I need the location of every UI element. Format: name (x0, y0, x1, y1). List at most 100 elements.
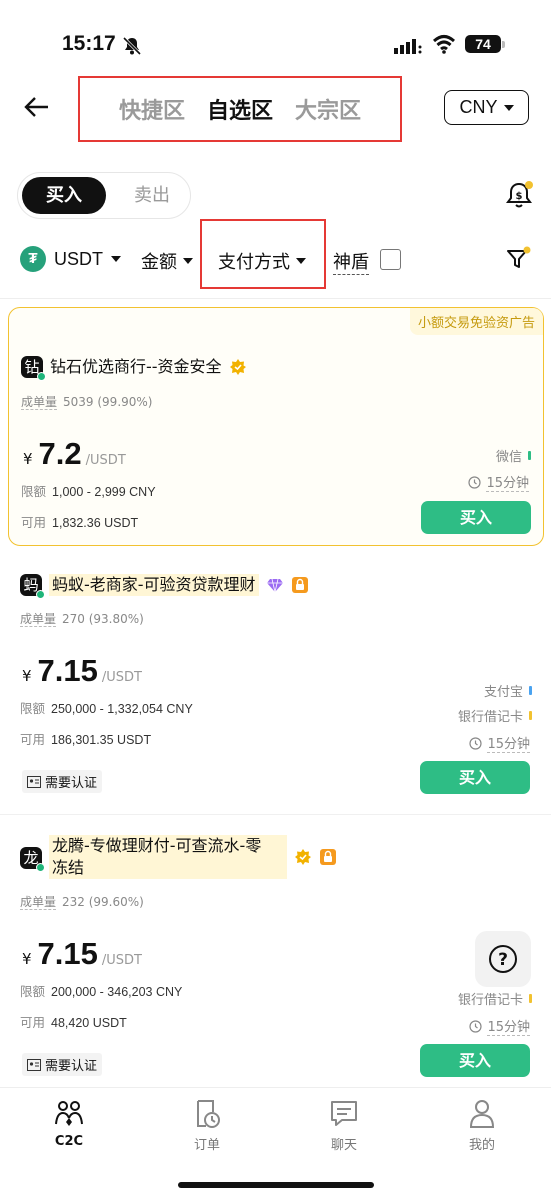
listing-card: 龙 龙腾-专做理财付-可查流水-零 冻结 成单量 232 (99.60%) ¥ 7… (8, 833, 544, 1083)
timer-icon (469, 736, 483, 750)
divider (0, 298, 551, 299)
back-arrow-icon[interactable] (22, 92, 52, 122)
orders-label: 成单量 (20, 895, 57, 910)
orders-value: 232 (99.60%) (62, 895, 144, 909)
price: ¥ 7.2 /USDT (23, 436, 126, 472)
currency-label: CNY (459, 97, 498, 117)
currency-symbol: ¥ (23, 450, 33, 468)
nav-c2c[interactable]: C2C (29, 1098, 109, 1149)
time-limit: 15分钟 (469, 733, 530, 753)
price-unit: /USDT (101, 670, 142, 685)
cellular-signal-icon (394, 39, 422, 54)
wifi-icon (432, 35, 456, 54)
amount-filter-label: 金额 (141, 252, 177, 273)
tab-block-zone[interactable]: 大宗区 (295, 93, 361, 125)
svg-text:?: ? (498, 950, 508, 970)
limit-row: 限额 250,000 - 1,332,054 CNY (20, 698, 193, 717)
merchant-name: 龙腾-专做理财付-可查流水-零 冻结 (49, 835, 287, 879)
limit-row: 限额 200,000 - 346,203 CNY (20, 981, 182, 1000)
currency-symbol: ¥ (22, 667, 32, 685)
order-stats: 成单量 270 (93.80%) (20, 610, 144, 627)
merchant-row[interactable]: 龙 龙腾-专做理财付-可查流水-零 冻结 (20, 835, 337, 879)
nav-profile[interactable]: 我的 (442, 1098, 522, 1153)
limit-row: 限额 1,000 - 2,999 CNY (21, 481, 156, 500)
svg-text:$: $ (516, 191, 523, 202)
price-value: 7.2 (38, 436, 82, 471)
limit-label: 限额 (20, 985, 46, 999)
avatar: 龙 (20, 847, 45, 872)
tab-quick-zone[interactable]: 快捷区 (119, 93, 185, 125)
price-value: 7.15 (37, 653, 98, 688)
id-card-icon (27, 775, 41, 788)
payment-highlight-box (200, 219, 326, 289)
buy-sell-toggle: 买入 卖出 (17, 172, 191, 219)
divider (0, 814, 551, 815)
listing-card: 小额交易免验资广告 钻 钻石优选商行--资金安全 成单量 5039 (99.90%… (8, 307, 544, 546)
shield-checkbox[interactable] (380, 249, 401, 270)
listing-card: 蚂 蚂蚁-老商家-可验资贷款理财 成单量 270 (93.80%) ¥ 7.15 … (8, 565, 544, 805)
buy-tab[interactable]: 买入 (22, 177, 106, 214)
limit-value: 1,000 - 2,999 CNY (52, 485, 156, 499)
price: ¥ 7.15 /USDT (22, 653, 142, 689)
timer-icon (469, 1019, 483, 1033)
payment-color-bar (529, 686, 532, 695)
kyc-required-tag: 需要认证 (22, 770, 103, 793)
filter-funnel-icon[interactable] (505, 246, 531, 272)
available-row: 可用 48,420 USDT (20, 1012, 127, 1031)
kyc-required-tag: 需要认证 (22, 1053, 103, 1076)
nav-orders[interactable]: 订单 (167, 1098, 247, 1153)
merchant-row[interactable]: 蚂 蚂蚁-老商家-可验资贷款理财 (20, 574, 309, 599)
merchant-row[interactable]: 钻 钻石优选商行--资金安全 (21, 356, 247, 381)
limit-value: 250,000 - 1,332,054 CNY (51, 702, 193, 716)
nav-chat[interactable]: 聊天 (304, 1098, 384, 1153)
buy-button[interactable]: 买入 (420, 761, 530, 794)
people-icon (55, 1101, 83, 1126)
bell-muted-icon (122, 36, 142, 56)
battery-tip (502, 41, 505, 48)
time-limit-value: 15分钟 (487, 733, 530, 753)
nav-label: 聊天 (330, 1138, 357, 1153)
available-label: 可用 (21, 516, 47, 530)
time-limit-value: 15分钟 (486, 472, 529, 492)
orders-value: 270 (93.80%) (62, 612, 144, 626)
promo-badge: 小额交易免验资广告 (409, 308, 543, 335)
avatar: 钻 (21, 356, 46, 381)
caret-down-icon (111, 256, 121, 262)
available-row: 可用 1,832.36 USDT (21, 512, 138, 531)
help-button[interactable]: ? (475, 931, 531, 987)
order-stats: 成单量 5039 (99.90%) (21, 393, 153, 410)
payment-color-bar (529, 711, 532, 720)
gold-merchant-badge-icon (229, 359, 246, 375)
amount-filter[interactable]: 金额 (141, 248, 193, 274)
tab-custom-zone[interactable]: 自选区 (207, 93, 273, 125)
kyc-label: 需要认证 (45, 776, 98, 791)
buy-button[interactable]: 买入 (421, 501, 531, 534)
orders-label: 成单量 (20, 612, 57, 627)
merchant-name-line: 冻结 (52, 858, 85, 877)
currency-symbol: ¥ (22, 950, 32, 968)
lock-badge-icon (291, 577, 308, 593)
lock-badge-icon (320, 849, 336, 865)
caret-down-icon (503, 104, 514, 111)
order-icon (197, 1100, 220, 1128)
coin-selector[interactable]: ₮ USDT (20, 246, 121, 272)
available-value: 186,301.35 USDT (51, 733, 152, 747)
avatar: 蚂 (20, 574, 45, 599)
available-value: 1,832.36 USDT (52, 516, 139, 530)
status-bar: 15:17 74 (0, 30, 551, 62)
nav-label: 订单 (193, 1138, 220, 1153)
currency-selector[interactable]: CNY (444, 90, 529, 125)
price-alert-bell-icon[interactable]: $ (506, 180, 534, 210)
online-dot (36, 590, 45, 599)
buy-button[interactable]: 买入 (420, 1044, 530, 1077)
clock-time: 15:17 (62, 32, 116, 55)
caret-down-icon (183, 258, 193, 264)
sell-tab[interactable]: 卖出 (122, 177, 182, 214)
merchant-name: 钻石优选商行--资金安全 (50, 357, 222, 376)
kyc-label: 需要认证 (45, 1059, 98, 1074)
orders-value: 5039 (99.90%) (63, 395, 153, 409)
time-limit-value: 15分钟 (487, 1016, 530, 1036)
home-indicator (178, 1182, 374, 1188)
payment-method: 银行借记卡 (458, 706, 532, 725)
coin-label: USDT (54, 248, 103, 269)
